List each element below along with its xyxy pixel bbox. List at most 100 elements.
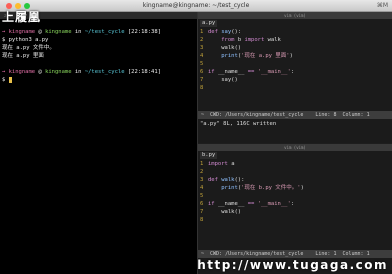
line-number: 1: [200, 29, 204, 35]
editor-b-statusline: ~ CWD: /Users/kingname/test_cycle Line: …: [198, 250, 392, 258]
code-token: '现在 b.py 文件中。': [241, 185, 301, 191]
watermark-top-left: 上履凰: [2, 10, 42, 24]
code-token: say(): [208, 77, 238, 83]
editor-a-filename[interactable]: a.py: [200, 20, 218, 27]
window-shortcut-label: ⌘M: [376, 2, 388, 9]
line-number: 6: [200, 201, 204, 207]
editor-a-message: "a.py" 8L, 116C written: [200, 121, 277, 127]
line-number: 7: [200, 209, 204, 215]
line-number: 3: [200, 45, 204, 51]
terminal-text-segment: kingname: [45, 69, 72, 75]
terminal-pane[interactable]: zsh → kingname @ kingname in ~/test_cycl…: [0, 12, 198, 274]
terminal-text-segment: [22:18:41]: [124, 69, 161, 75]
terminal-text-segment: 现在 a.py 文件中。: [2, 45, 55, 51]
code-line[interactable]: 5: [200, 192, 390, 200]
code-token: a: [231, 161, 235, 167]
code-token: '现在 a.py 里面': [241, 53, 290, 59]
code-line[interactable]: 7 say(): [200, 76, 390, 84]
code-line[interactable]: 3 def walk():: [200, 176, 390, 184]
code-token: print: [208, 185, 238, 191]
code-line[interactable]: 1 import a: [200, 160, 390, 168]
code-line[interactable]: 6 if __name__ == '__main__':: [200, 68, 390, 76]
code-line[interactable]: 2: [200, 168, 390, 176]
code-token: if: [208, 201, 218, 207]
code-token: ():: [231, 29, 242, 35]
code-token: walk: [267, 37, 281, 43]
code-line[interactable]: 3 walk(): [200, 44, 390, 52]
code-line[interactable]: 4 print('现在 a.py 里面'): [200, 52, 390, 60]
line-number: 8: [200, 85, 204, 91]
terminal-text-segment: $ python3 a.py: [2, 37, 49, 43]
terminal-text-segment: in: [71, 69, 85, 75]
terminal-text-segment: kingname: [8, 29, 36, 35]
terminal-line: 现在 a.py 里面: [2, 52, 195, 60]
code-token: say: [221, 29, 232, 35]
code-token: ): [300, 185, 304, 191]
editor-a-tab[interactable]: vim (vim): [198, 12, 392, 19]
code-line[interactable]: 4 print('现在 b.py 文件中。'): [200, 184, 390, 192]
code-token: '__main__': [257, 201, 291, 207]
terminal-text-segment: kingname: [8, 69, 36, 75]
code-token: def: [208, 29, 222, 35]
line-number: 3: [200, 177, 204, 183]
code-line[interactable]: 7 walk(): [200, 208, 390, 216]
code-token: if: [208, 69, 218, 75]
editor-b-tab[interactable]: vim (vim): [198, 144, 392, 151]
line-number: 7: [200, 77, 204, 83]
line-number: 5: [200, 61, 204, 67]
terminal-line: $ python3 a.py: [2, 36, 195, 44]
code-token: import: [208, 161, 232, 167]
code-token: ==: [247, 201, 258, 207]
line-number: 6: [200, 69, 204, 75]
vim-editor-a[interactable]: vim (vim) a.py 1 def say(): 2 from b impor…: [198, 12, 392, 143]
code-line[interactable]: 5: [200, 60, 390, 68]
code-line[interactable]: 1 def say():: [200, 28, 390, 36]
line-number: 4: [200, 53, 204, 59]
terminal-text-segment: ~/test_cycle: [84, 69, 125, 75]
vim-panes: vim (vim) a.py 1 def say(): 2 from b impor…: [198, 12, 392, 274]
terminal-text-segment: @: [35, 69, 46, 75]
code-token: walk(): [208, 209, 242, 215]
line-number: 5: [200, 193, 204, 199]
window-title: kingname@kingname: ~/test_cycle: [142, 2, 250, 9]
editor-a-code[interactable]: 1 def say(): 2 from b import walk 3 walk() 4…: [200, 28, 390, 92]
terminal-line: $: [2, 76, 195, 84]
line-number: 2: [200, 169, 204, 175]
terminal-text-segment: →: [2, 69, 9, 75]
terminal-line: 现在 a.py 文件中。: [2, 44, 195, 52]
terminal-text-segment: 现在 a.py 里面: [2, 53, 44, 59]
code-token: ():: [234, 177, 245, 183]
code-token: print: [208, 53, 238, 59]
line-number: 1: [200, 161, 204, 167]
code-line[interactable]: 2 from b import walk: [200, 36, 390, 44]
code-token: ==: [247, 69, 258, 75]
code-line[interactable]: 6 if __name__ == '__main__':: [200, 200, 390, 208]
editor-b-filename[interactable]: b.py: [200, 152, 218, 159]
code-token: :: [290, 201, 295, 207]
code-line[interactable]: 8: [200, 216, 390, 224]
line-number: 2: [200, 37, 204, 43]
terminal-text-segment: [22:18:38]: [124, 29, 161, 35]
terminal-output: → kingname @ kingname in ~/test_cycle [2…: [2, 28, 195, 84]
code-token: :: [290, 69, 295, 75]
code-token: from: [208, 37, 238, 43]
code-line[interactable]: 8: [200, 84, 390, 92]
watermark-bottom-right: http://www.tugaga.com: [197, 258, 388, 272]
editor-b-code[interactable]: 1 import a 2 3 def walk(): 4 print('现在 b.py 文…: [200, 160, 390, 224]
code-token: walk: [221, 177, 235, 183]
code-token: __name__: [217, 201, 248, 207]
code-token: import: [244, 37, 268, 43]
terminal-text-segment: kingname: [45, 29, 72, 35]
terminal-text-segment: in: [71, 29, 85, 35]
terminal-text-segment: $: [2, 77, 9, 83]
line-number: 4: [200, 185, 204, 191]
terminal-text-segment: @: [35, 29, 46, 35]
vim-editor-b[interactable]: vim (vim) b.py 1 import a 2 3 def walk(): 4 p…: [198, 144, 392, 274]
editor-a-statusline: ~ CWD: /Users/kingname/test_cycle Line: …: [198, 111, 392, 119]
terminal-text-segment: ~/test_cycle: [84, 29, 125, 35]
code-token: def: [208, 177, 222, 183]
terminal-cursor: [8, 76, 12, 83]
code-token: '__main__': [257, 69, 291, 75]
line-number: 8: [200, 217, 204, 223]
